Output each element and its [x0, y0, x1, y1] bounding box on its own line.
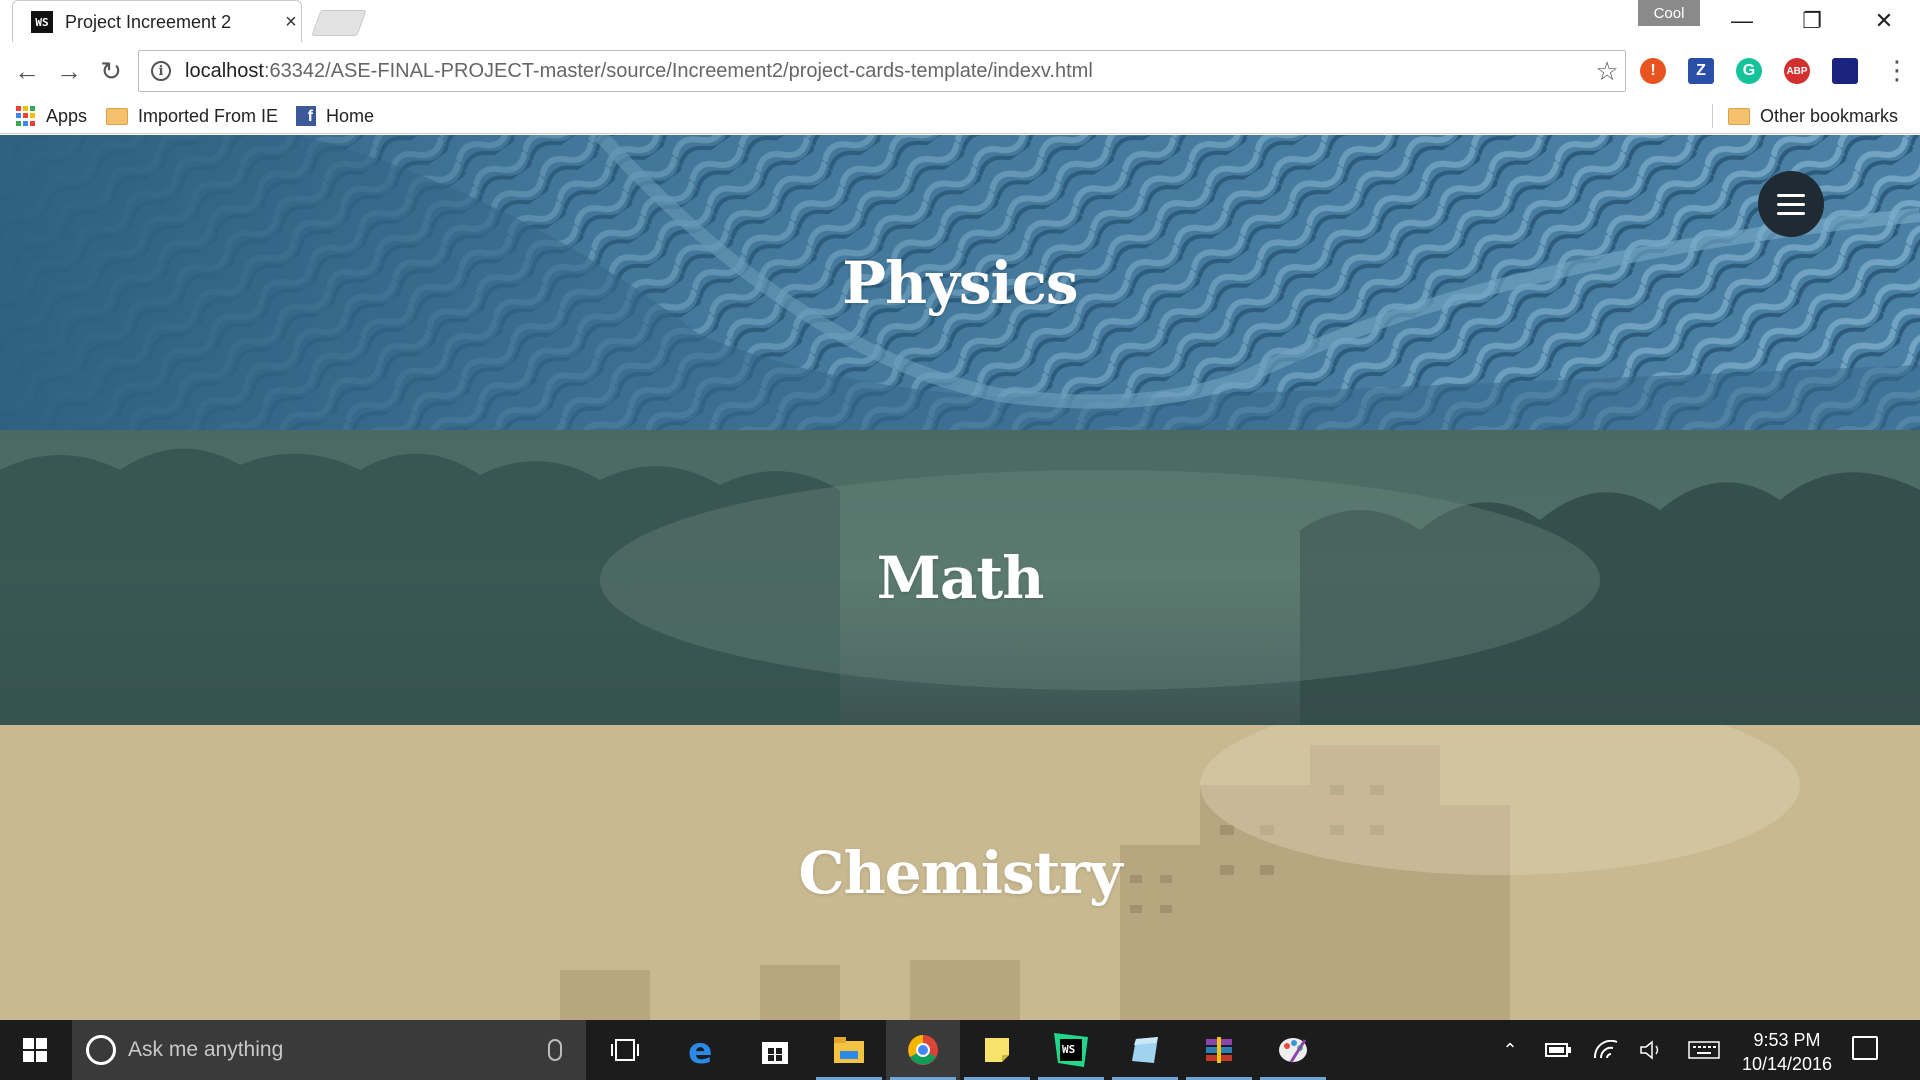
card-physics[interactable]: Physics	[0, 135, 1920, 430]
start-button[interactable]	[0, 1020, 70, 1080]
svg-text:WS: WS	[1062, 1043, 1075, 1056]
cortana-icon	[86, 1035, 116, 1065]
url-text[interactable]: localhost:63342/ASE-FINAL-PROJECT-master…	[185, 60, 1589, 83]
page-viewport: Physics Math Chemistry	[0, 135, 1920, 1020]
show-hidden-icons-chevron-icon[interactable]: ⌃	[1496, 1020, 1524, 1080]
sticky-notes-icon[interactable]	[960, 1020, 1034, 1080]
folder-icon	[106, 107, 128, 125]
system-clock[interactable]: 9:53 PM 10/14/2016	[1732, 1028, 1842, 1076]
wifi-icon[interactable]	[1588, 1020, 1624, 1080]
browser-tab[interactable]: WS Project Increement 2 ×	[12, 0, 302, 42]
card-chemistry[interactable]: Chemistry	[0, 725, 1920, 1020]
site-info-icon[interactable]: i	[151, 61, 171, 81]
flag-extension-icon[interactable]	[1832, 58, 1858, 84]
svg-text:e: e	[688, 1033, 712, 1067]
volume-icon[interactable]	[1634, 1020, 1670, 1080]
bookmark-star-icon[interactable]: ☆	[1589, 56, 1625, 87]
browser-tabstrip: WS Project Increement 2 × Cool — ❐ ✕	[0, 0, 1920, 42]
edge-browser-icon[interactable]: e	[664, 1020, 738, 1080]
tab-title: Project Increement 2	[65, 11, 232, 32]
adblock-plus-extension-icon[interactable]: ABP	[1784, 58, 1810, 84]
facebook-icon: f	[296, 106, 316, 126]
address-bar[interactable]: i localhost:63342/ASE-FINAL-PROJECT-mast…	[138, 50, 1626, 92]
card-title-math: Math	[876, 543, 1045, 612]
tab-close-icon[interactable]: ×	[281, 11, 301, 34]
bookmark-imported-from-ie[interactable]: Imported From IE	[106, 98, 278, 134]
forward-icon[interactable]: →	[52, 54, 86, 88]
notepad-icon[interactable]	[1108, 1020, 1182, 1080]
bookmark-apps-label: Apps	[46, 105, 88, 126]
back-icon[interactable]: ←	[10, 54, 44, 88]
new-tab-button[interactable]	[311, 10, 367, 36]
cortana-search-box[interactable]: Ask me anything	[72, 1020, 586, 1080]
store-icon[interactable]	[738, 1020, 812, 1080]
action-center-icon[interactable]	[1852, 1036, 1878, 1060]
search-placeholder: Ask me anything	[128, 1038, 284, 1061]
file-explorer-icon[interactable]	[812, 1020, 886, 1080]
winrar-icon[interactable]	[1182, 1020, 1256, 1080]
webstorm-icon[interactable]: WS	[1034, 1020, 1108, 1080]
card-title-chemistry: Chemistry	[798, 838, 1122, 907]
bookmark-other[interactable]: Other bookmarks	[1728, 98, 1898, 134]
grammarly-extension-icon[interactable]: G	[1736, 58, 1762, 84]
bookmark-home[interactable]: f Home	[296, 98, 374, 134]
browser-toolbar: ← → ↻ i localhost:63342/ASE-FINAL-PROJEC…	[0, 42, 1920, 98]
apps-grid-icon	[16, 106, 36, 126]
restore-icon[interactable]: ❐	[1778, 0, 1846, 42]
profile-button[interactable]: Cool	[1638, 0, 1700, 26]
keyboard-icon[interactable]	[1684, 1020, 1724, 1080]
alert-extension-icon[interactable]: !	[1640, 58, 1666, 84]
paint-icon[interactable]	[1256, 1020, 1330, 1080]
clock-date: 10/14/2016	[1741, 1054, 1833, 1074]
close-window-icon[interactable]: ✕	[1850, 0, 1918, 42]
menu-hamburger-icon[interactable]	[1758, 171, 1824, 237]
webstorm-favicon-icon: WS	[31, 11, 53, 33]
bookmark-home-label: Home	[326, 105, 375, 126]
chrome-menu-icon[interactable]: ⋮	[1884, 56, 1910, 86]
card-math[interactable]: Math	[0, 430, 1920, 725]
bookmark-imported-label: Imported From IE	[138, 105, 279, 126]
minimize-icon[interactable]: —	[1708, 0, 1776, 42]
reload-icon[interactable]: ↻	[94, 54, 128, 88]
windows-taskbar: Ask me anything e WS ⌃ 9:53 PM 10/14/201…	[0, 1020, 1920, 1080]
task-view-icon[interactable]	[588, 1020, 662, 1080]
chrome-icon[interactable]	[886, 1020, 960, 1080]
bookmarks-divider	[1712, 104, 1713, 128]
zotero-extension-icon[interactable]: Z	[1688, 58, 1714, 84]
folder-icon	[1728, 107, 1750, 125]
clock-time: 9:53 PM	[1753, 1030, 1821, 1050]
bookmark-other-label: Other bookmarks	[1760, 105, 1899, 126]
card-title-physics: Physics	[842, 248, 1078, 317]
microphone-icon[interactable]	[548, 1039, 562, 1061]
windows-logo-icon	[23, 1038, 47, 1062]
battery-icon[interactable]	[1540, 1020, 1576, 1080]
bookmark-apps[interactable]: Apps	[16, 98, 87, 134]
bookmarks-bar: Apps Imported From IE f Home Other bookm…	[0, 98, 1920, 134]
